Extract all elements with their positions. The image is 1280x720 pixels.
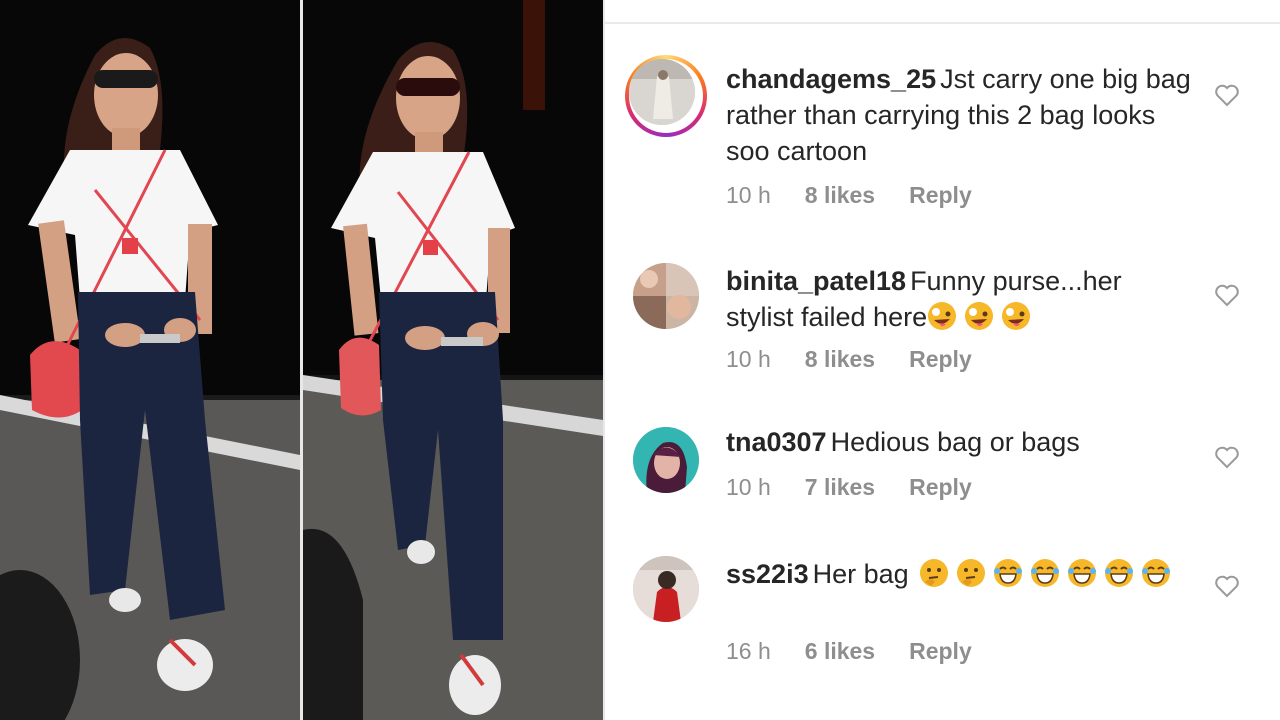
- comment-meta: 16 h 6 likes Reply: [726, 638, 1006, 665]
- comment-meta: 10 h 8 likes Reply: [726, 346, 1006, 373]
- comment-body: Her bag: [812, 559, 909, 589]
- comment-body: Hedious bag or bags: [830, 427, 1080, 457]
- comment-likes[interactable]: 6 likes: [805, 638, 875, 664]
- laughing-face-icon: [1067, 559, 1096, 587]
- thinking-face-icon: [919, 559, 948, 587]
- comments-header-bar: [605, 0, 1280, 24]
- heart-outline-icon[interactable]: [1214, 283, 1240, 307]
- comment-time: 10 h: [726, 474, 771, 500]
- comment-time: 10 h: [726, 346, 771, 372]
- comment-likes[interactable]: 7 likes: [805, 474, 875, 500]
- comment-likes[interactable]: 8 likes: [805, 346, 875, 372]
- comment-username[interactable]: tna0307: [726, 427, 827, 457]
- avatar[interactable]: [633, 427, 699, 493]
- comment-time: 16 h: [726, 638, 771, 664]
- comment-text: binita_patel18 Funny purse...her stylist …: [726, 263, 1196, 335]
- reply-button[interactable]: Reply: [909, 638, 972, 664]
- photo-right: [303, 0, 603, 720]
- photo-left: [0, 0, 300, 720]
- avatar[interactable]: [633, 263, 699, 329]
- reply-button[interactable]: Reply: [909, 182, 972, 208]
- comment-text: ss22i3 Her bag: [726, 556, 1196, 592]
- heart-outline-icon[interactable]: [1214, 83, 1240, 107]
- comment-username[interactable]: binita_patel18: [726, 266, 906, 296]
- comments-panel: chandagems_25 Jst carry one big bag rathe…: [605, 0, 1280, 720]
- comment-text: chandagems_25 Jst carry one big bag rathe…: [726, 61, 1196, 169]
- avatar[interactable]: [633, 556, 699, 622]
- zany-face-icon: [1002, 302, 1031, 330]
- reply-button[interactable]: Reply: [909, 474, 972, 500]
- woman-walking-image: [303, 0, 603, 720]
- laughing-face-icon: [1030, 559, 1059, 587]
- comment-text: tna0307 Hedious bag or bags: [726, 424, 1196, 460]
- zany-face-icon: [928, 302, 957, 330]
- laughing-face-icon: [1141, 559, 1170, 587]
- heart-outline-icon[interactable]: [1214, 445, 1240, 469]
- woman-walking-image: [0, 0, 300, 720]
- laughing-face-icon: [1104, 559, 1133, 587]
- comment-time: 10 h: [726, 182, 771, 208]
- comment-meta: 10 h 7 likes Reply: [726, 474, 1006, 501]
- comment-likes[interactable]: 8 likes: [805, 182, 875, 208]
- reply-button[interactable]: Reply: [909, 346, 972, 372]
- heart-outline-icon[interactable]: [1214, 574, 1240, 598]
- comment-meta: 10 h 8 likes Reply: [726, 182, 1006, 209]
- laughing-face-icon: [993, 559, 1022, 587]
- thinking-face-icon: [956, 559, 985, 587]
- comment-username[interactable]: chandagems_25: [726, 64, 936, 94]
- zany-face-icon: [965, 302, 994, 330]
- avatar[interactable]: [629, 59, 695, 125]
- story-ring[interactable]: [625, 55, 707, 137]
- comment-username[interactable]: ss22i3: [726, 559, 809, 589]
